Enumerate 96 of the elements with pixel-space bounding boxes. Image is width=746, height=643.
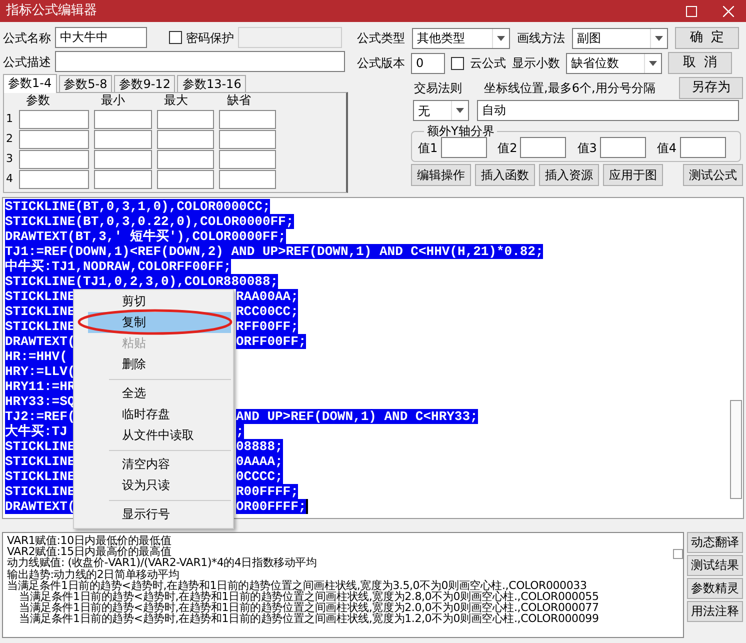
param-field[interactable] (19, 110, 89, 128)
param-field[interactable] (94, 110, 152, 128)
dialog-button[interactable]: 另存为 (679, 77, 743, 99)
scrollbar-thumb[interactable] (730, 400, 742, 499)
version-field[interactable]: 0 (411, 52, 445, 74)
param-field[interactable] (219, 150, 276, 168)
row-number: 3 (5, 150, 14, 167)
tab[interactable]: 参数13-16 (177, 75, 246, 92)
param-field[interactable] (219, 130, 276, 148)
field-label: 公式名称 (3, 30, 51, 46)
note-line: VAR1赋值:10日内最低价的最低值 (7, 535, 172, 546)
side-button[interactable]: 参数精灵 (687, 578, 743, 599)
dropdown-arrow-icon (655, 36, 663, 40)
param-field[interactable] (19, 130, 89, 148)
checkbox-label: 密码保护 (186, 30, 234, 46)
dropdown-arrow-icon (649, 60, 657, 66)
menu-item[interactable]: 从文件中读取 (88, 425, 231, 446)
menu-item[interactable]: 设为只读 (88, 475, 231, 496)
note-line: 当满足条件1日前的趋势<趋势时,在趋势和1日前的趋势位置之间画柱状线,宽度为3.5,0不为0则画空心柱.,COLOR000033 (7, 580, 587, 592)
field-label: 画线方法 (517, 30, 565, 47)
window-title: 指标公式编辑器 (6, 2, 97, 20)
column-header: 最大 (164, 93, 189, 109)
menu-item[interactable]: 显示行号 (88, 504, 231, 525)
note-line: VAR2赋值:15日内最高价的最高值 (7, 546, 172, 558)
bound-field[interactable] (520, 137, 566, 158)
param-field[interactable] (219, 170, 276, 188)
param-field[interactable] (94, 150, 152, 168)
param-field[interactable] (157, 110, 214, 128)
note-line: 当满足条件1日前的趋势<趋势时,在趋势和1日前的趋势位置之间画柱状线,宽度为2.0,0不为0则画空心柱.,COLOR000077 (18, 602, 599, 614)
dropdown-arrow-icon (456, 108, 464, 113)
menu-item[interactable]: 删除 (88, 354, 231, 375)
field-label: 公式版本 (357, 55, 405, 72)
field-label: 值1 (418, 140, 438, 156)
param-field[interactable] (219, 110, 276, 128)
side-button[interactable]: 测试结果 (687, 555, 743, 576)
axis-field[interactable]: 自动 (477, 100, 739, 121)
menu-item[interactable]: 剪切 (88, 291, 231, 312)
side-button[interactable]: 用法注释 (687, 601, 743, 622)
field-label: 值3 (577, 140, 597, 156)
checkbox[interactable] (169, 31, 182, 44)
menu-item[interactable]: 清空内容 (88, 454, 231, 475)
tab[interactable]: 参数1-4 (3, 74, 57, 93)
note-line: 当满足条件1日前的趋势<趋势时,在趋势和1日前的趋势位置之间画柱状线,宽度为1.2,0不为0则画空心柱.,COLOR000099 (18, 613, 599, 625)
action-button[interactable]: 测试公式 (683, 164, 743, 186)
close-icon[interactable] (723, 6, 734, 16)
menu-item[interactable]: 临时存盘 (88, 404, 231, 425)
dropdown[interactable]: 副图 (572, 28, 668, 48)
name-field[interactable]: 中大牛中 (55, 27, 147, 48)
menu-item[interactable]: 全选 (88, 383, 231, 404)
dropdown[interactable]: 其他类型 (412, 28, 510, 48)
row-number: 4 (5, 170, 14, 187)
field-label: 显示小数 (512, 55, 560, 72)
scrollbar-box (673, 549, 683, 559)
checkbox[interactable] (451, 56, 464, 70)
field-label: 交易法则 (414, 80, 463, 97)
field-label: 公式描述 (3, 54, 51, 70)
action-button[interactable]: 编辑操作 (411, 164, 471, 186)
password-field[interactable] (238, 27, 342, 48)
action-button[interactable]: 插入资源 (539, 164, 599, 186)
action-button[interactable]: 插入函数 (475, 164, 535, 186)
field-label: 值4 (656, 140, 677, 156)
dialog-button[interactable]: 取 消 (668, 52, 732, 74)
note-line: 当满足条件1日前的趋势<趋势时,在趋势和1日前的趋势位置之间画柱状线,宽度为2.8,0不为0则画空心柱.,COLOR000055 (19, 591, 599, 602)
column-header: 最小 (101, 93, 126, 109)
dropdown-arrow-icon (497, 36, 505, 40)
field-label: 公式类型 (357, 30, 405, 47)
field-label: 值2 (498, 140, 518, 156)
tab[interactable]: 参数9-12 (114, 75, 176, 92)
column-header: 缺省 (227, 93, 252, 109)
bound-field[interactable] (440, 137, 487, 158)
field-label: 坐标线位置,最多6个,用分号分隔 (484, 80, 656, 97)
dialog-button[interactable]: 确 定 (675, 27, 739, 49)
dropdown[interactable]: 无 (413, 100, 469, 121)
row-number: 1 (5, 110, 14, 127)
column-header: 参数 (26, 93, 51, 109)
bound-field[interactable] (680, 137, 726, 158)
tab[interactable]: 参数5-8 (58, 75, 112, 92)
param-field[interactable] (94, 170, 152, 188)
maximize-icon[interactable] (686, 6, 697, 16)
param-field[interactable] (19, 170, 89, 188)
param-field[interactable] (157, 170, 214, 188)
param-field[interactable] (19, 150, 89, 168)
dropdown[interactable]: 缺省位数 (566, 52, 662, 74)
side-button[interactable]: 动态翻译 (687, 532, 743, 553)
group-title: 额外Y轴分界 (426, 125, 496, 137)
note-line: 动力线赋值: (收盘价-VAR1)/(VAR2-VAR1)*4的4日指数移动平均 (7, 557, 317, 569)
text-cursor (306, 499, 308, 514)
checkbox-label: 云公式 (470, 55, 506, 72)
param-field[interactable] (157, 130, 214, 148)
bound-field[interactable] (600, 137, 646, 158)
description-field[interactable] (55, 51, 345, 72)
note-line: 输出趋势:动力线的2日简单移动平均 (7, 568, 180, 580)
param-field[interactable] (157, 150, 214, 168)
param-field[interactable] (94, 130, 152, 148)
action-button[interactable]: 应用于图 (603, 164, 663, 186)
row-number: 2 (5, 130, 14, 147)
